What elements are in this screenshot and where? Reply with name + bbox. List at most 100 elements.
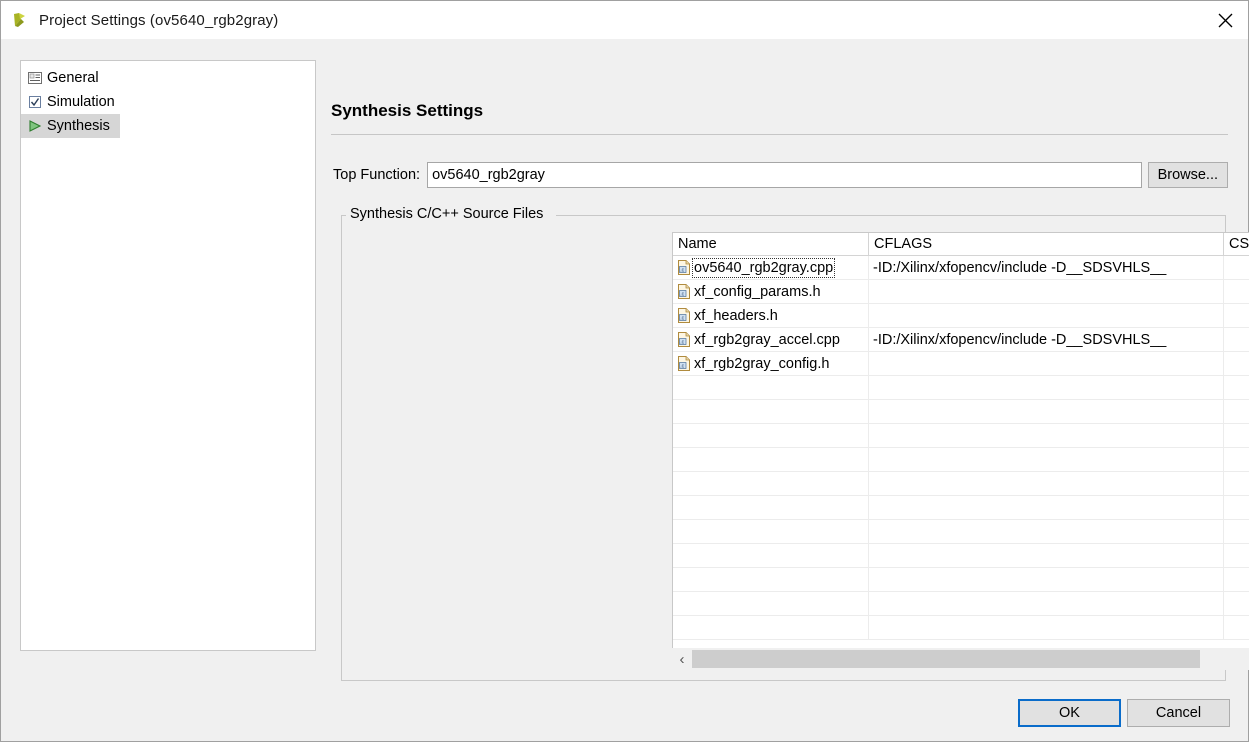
cell-empty[interactable] <box>1224 520 1249 543</box>
cell-empty[interactable] <box>869 592 1224 615</box>
table-row-empty[interactable] <box>673 472 1249 496</box>
cell-empty[interactable] <box>673 496 869 519</box>
scroll-left-icon[interactable]: ‹ <box>672 648 692 670</box>
table-row-empty[interactable] <box>673 424 1249 448</box>
cell-empty[interactable] <box>673 424 869 447</box>
cancel-button[interactable]: Cancel <box>1127 699 1230 727</box>
top-function-input[interactable] <box>427 162 1142 188</box>
svg-text:.c: .c <box>680 340 684 346</box>
table-row-empty[interactable] <box>673 496 1249 520</box>
table-row-empty[interactable] <box>673 568 1249 592</box>
cell-empty[interactable] <box>673 544 869 567</box>
cell-empty[interactable] <box>1224 472 1249 495</box>
sidebar-item-label: Simulation <box>47 94 115 110</box>
close-icon[interactable] <box>1202 1 1248 39</box>
scrollbar-thumb[interactable] <box>692 650 1200 668</box>
cell-name[interactable]: .c xf_rgb2gray_accel.cpp <box>673 328 869 351</box>
cell-empty[interactable] <box>673 376 869 399</box>
cell-empty[interactable] <box>869 520 1224 543</box>
table-row[interactable]: .c xf_config_params.h <box>673 280 1249 304</box>
cell-empty[interactable] <box>1224 496 1249 519</box>
svg-text:.c: .c <box>680 292 684 298</box>
svg-text:.c: .c <box>680 316 684 322</box>
cell-cflags[interactable] <box>869 280 1224 303</box>
cell-empty[interactable] <box>673 520 869 543</box>
cell-empty[interactable] <box>673 472 869 495</box>
table-row-empty[interactable] <box>673 400 1249 424</box>
cell-empty[interactable] <box>869 568 1224 591</box>
cell-empty[interactable] <box>673 616 869 639</box>
cell-empty[interactable] <box>869 376 1224 399</box>
table-row-empty[interactable] <box>673 448 1249 472</box>
source-files-table[interactable]: Name CFLAGS CSIMFLA .c ov5640_rgb2gray.cp… <box>672 232 1249 658</box>
cell-cflags[interactable] <box>869 352 1224 375</box>
ok-button[interactable]: OK <box>1018 699 1121 727</box>
top-function-label: Top Function: <box>333 167 421 183</box>
cell-csimflags[interactable] <box>1224 352 1249 375</box>
project-settings-dialog: Project Settings (ov5640_rgb2gray) Gener… <box>0 0 1249 742</box>
title-bar: Project Settings (ov5640_rgb2gray) <box>1 1 1248 39</box>
cell-empty[interactable] <box>869 496 1224 519</box>
cell-empty[interactable] <box>1224 376 1249 399</box>
svg-text:.c: .c <box>680 364 684 370</box>
column-header-csimflags[interactable]: CSIMFLA <box>1224 233 1249 255</box>
properties-list-icon <box>27 70 43 86</box>
cell-csimflags[interactable] <box>1224 328 1249 351</box>
cell-cflags[interactable]: -ID:/Xilinx/xfopencv/include -D__SDSVHLS… <box>869 256 1224 279</box>
table-row-empty[interactable] <box>673 520 1249 544</box>
cell-empty[interactable] <box>869 616 1224 639</box>
scrollbar-track[interactable] <box>692 648 1249 670</box>
cell-csimflags[interactable] <box>1224 280 1249 303</box>
cell-empty[interactable] <box>1224 616 1249 639</box>
cell-empty[interactable] <box>869 448 1224 471</box>
browse-button[interactable]: Browse... <box>1147 162 1228 188</box>
cell-empty[interactable] <box>673 568 869 591</box>
sidebar-item-synthesis[interactable]: Synthesis <box>21 114 120 138</box>
cell-empty[interactable] <box>673 592 869 615</box>
dialog-footer: OK Cancel <box>1018 699 1230 727</box>
cell-empty[interactable] <box>869 424 1224 447</box>
cell-empty[interactable] <box>1224 592 1249 615</box>
cell-name[interactable]: .c xf_rgb2gray_config.h <box>673 352 869 375</box>
sidebar-item-label: Synthesis <box>47 118 110 134</box>
cell-name[interactable]: .c xf_config_params.h <box>673 280 869 303</box>
checkbox-icon <box>27 94 43 110</box>
sidebar-item-general[interactable]: General <box>21 66 109 90</box>
cell-empty[interactable] <box>673 448 869 471</box>
cell-cflags[interactable]: -ID:/Xilinx/xfopencv/include -D__SDSVHLS… <box>869 328 1224 351</box>
cell-empty[interactable] <box>869 400 1224 423</box>
file-name-label: xf_headers.h <box>694 307 778 324</box>
cell-empty[interactable] <box>673 400 869 423</box>
settings-category-list: General Simulation Synthesis <box>20 60 316 651</box>
sidebar-item-label: General <box>47 70 99 86</box>
table-row-empty[interactable] <box>673 616 1249 640</box>
table-horizontal-scrollbar[interactable]: ‹ › <box>672 648 1249 670</box>
cell-empty[interactable] <box>1224 424 1249 447</box>
table-row[interactable]: .c xf_headers.h <box>673 304 1249 328</box>
green-play-icon <box>27 118 43 134</box>
column-header-cflags[interactable]: CFLAGS <box>869 233 1224 255</box>
cell-empty[interactable] <box>869 472 1224 495</box>
cell-csimflags[interactable] <box>1224 304 1249 327</box>
cell-csimflags[interactable] <box>1224 256 1249 279</box>
cell-empty[interactable] <box>1224 568 1249 591</box>
table-row-empty[interactable] <box>673 592 1249 616</box>
cell-empty[interactable] <box>1224 544 1249 567</box>
cell-empty[interactable] <box>1224 400 1249 423</box>
sidebar-item-simulation[interactable]: Simulation <box>21 90 125 114</box>
table-row-empty[interactable] <box>673 376 1249 400</box>
cell-empty[interactable] <box>1224 448 1249 471</box>
top-function-row: Top Function: Browse... <box>333 162 1228 188</box>
cell-name[interactable]: .c ov5640_rgb2gray.cpp <box>673 256 869 279</box>
table-row[interactable]: .c ov5640_rgb2gray.cpp -ID:/Xilinx/xfopenc… <box>673 256 1249 280</box>
dialog-body: General Simulation Synthesis Synthesis S… <box>1 39 1249 741</box>
title-divider <box>331 134 1228 135</box>
table-row[interactable]: .c xf_rgb2gray_accel.cpp -ID:/Xilinx/xfope… <box>673 328 1249 352</box>
cell-name[interactable]: .c xf_headers.h <box>673 304 869 327</box>
file-name-label: ov5640_rgb2gray.cpp <box>691 257 836 278</box>
cell-empty[interactable] <box>869 544 1224 567</box>
table-row-empty[interactable] <box>673 544 1249 568</box>
cell-cflags[interactable] <box>869 304 1224 327</box>
column-header-name[interactable]: Name <box>673 233 869 255</box>
table-row[interactable]: .c xf_rgb2gray_config.h <box>673 352 1249 376</box>
